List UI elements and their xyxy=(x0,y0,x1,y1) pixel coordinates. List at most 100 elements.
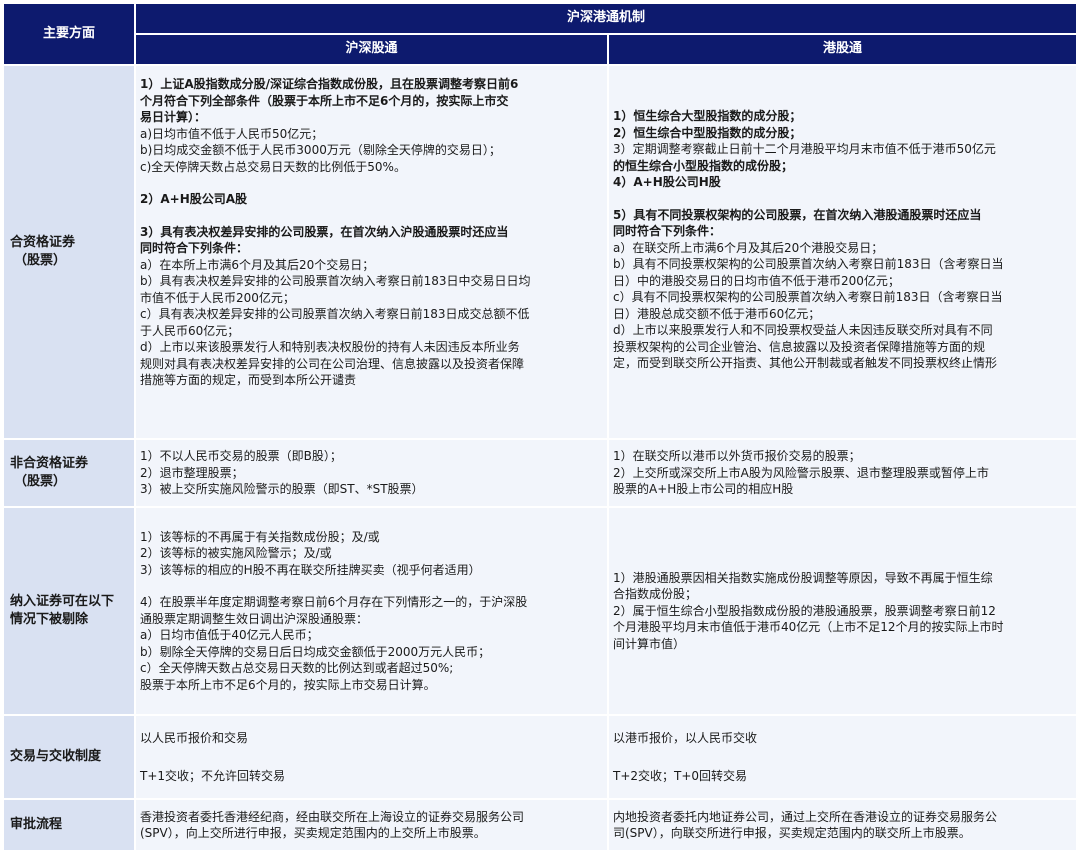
text-line: 规则对具有表决权差异安排的公司在公司治理、信息披露以及投资者保障 xyxy=(140,356,525,371)
row-label-eligible: 合资格证券 （股票） xyxy=(4,66,134,438)
text-line: 3）定期调整考察截止日前十二个月港股平均月末市值不低于港币50亿元 xyxy=(613,142,996,156)
text-line: c）具有表决权差异安排的公司股票首次纳入考察日前183日成交总额不低 xyxy=(140,307,530,321)
text-line: 2）恒生综合中型股指数的成分股； xyxy=(613,125,802,140)
text-line: 定，而受到联交所公开指责、其他公开制裁或者触发不同投票权终止情形 xyxy=(613,356,998,370)
text-line: 股票的A+H股上市公司的相应H股 xyxy=(613,482,794,497)
text-line: c）具有不同投票权架构的公司股票首次纳入考察日前183日（含考察日当 xyxy=(613,290,1003,304)
text-line: 3）被上交所实施风险警示的股票（即ST、*ST股票） xyxy=(140,482,424,497)
text-line: 3）该等标的相应的H股不再在联交所挂牌买卖（视乎何者适用） xyxy=(140,562,481,577)
cell-eligible-southbound: 1）恒生综合大型股指数的成分股； 2）恒生综合中型股指数的成分股； 3）定期调整… xyxy=(609,66,1076,438)
text-line: a)日均市值不低于人民币50亿元； xyxy=(140,126,324,141)
label-line: 交易与交收制度 xyxy=(10,749,102,764)
label-line: 情况下被剔除 xyxy=(10,612,89,627)
text-line: c)全天停牌天数占总交易日天数的比例低于50%。 xyxy=(140,159,406,174)
text-line: 措施等方面的规定，而受到本所公开谴责 xyxy=(140,373,357,387)
text-line: 司(SPV），向联交所进行申报，买卖规定范围内的联交所上市股票。 xyxy=(613,826,971,840)
text-line: 2）该等标的被实施风险警示；及/或 xyxy=(140,546,332,561)
table-header: 主要方面 沪深港通机制 沪深股通 港股通 xyxy=(4,4,1076,66)
cell-removal-northbound: 1）该等标的不再属于有关指数成份股；及/或 2）该等标的被实施风险警示；及/或 … xyxy=(136,508,607,714)
header-right: 沪深港通机制 沪深股通 港股通 xyxy=(136,4,1076,64)
row-label-removal: 纳入证券可在以下 情况下被剔除 xyxy=(4,508,134,714)
text-line: 香港投资者委托香港经纪商，经由联交所在上海设立的证券交易服务公司 xyxy=(140,809,525,824)
text-line: 股票于本所上市不足6个月的，按实际上市交易日计算。 xyxy=(140,677,436,692)
header-subcolumns: 沪深股通 港股通 xyxy=(136,35,1076,64)
text-line: 2）退市整理股票； xyxy=(140,465,244,480)
row-label-approval: 审批流程 xyxy=(4,800,134,850)
row-label-ineligible: 非合资格证券 （股票） xyxy=(4,440,134,506)
cell-approval-southbound: 内地投资者委托内地证券公司，通过上交所在香港设立的证券交易服务公 司(SPV），… xyxy=(609,800,1076,850)
text-line: 1）不以人民币交易的股票（即B股）； xyxy=(140,449,342,464)
text-line: 内地投资者委托内地证券公司，通过上交所在香港设立的证券交易服务公 xyxy=(613,809,998,824)
text-line: 个月港股平均月末市值低于港币40亿元（上市不足12个月的按实际上市时 xyxy=(613,620,1004,635)
text-line: 1）在联交所以港币以外货币报价交易的股票； xyxy=(613,449,861,464)
text-line: 以人民币报价和交易 xyxy=(140,730,249,745)
header-northbound: 沪深股通 xyxy=(136,35,607,64)
text-line: 4）A+H股公司H股 xyxy=(613,175,721,189)
text-line: 2）上交所或深交所上市A股为风险警示股票、退市整理股票或暂停上市 xyxy=(613,465,989,480)
cell-approval-northbound: 香港投资者委托香港经纪商，经由联交所在上海设立的证券交易服务公司 (SPV），向… xyxy=(136,800,607,850)
text-line: c）全天停牌天数占总交易日天数的比例达到或者超过50%; xyxy=(140,661,454,676)
text-line: d）上市以来股票发行人和不同投票权受益人未因违反联交所对具有不同 xyxy=(613,323,993,337)
label-line: （股票） xyxy=(14,474,67,489)
label-line: 审批流程 xyxy=(10,817,63,832)
text-line: 3）具有表决权差异安排的公司股票，在首次纳入沪股通股票时还应当 xyxy=(140,224,509,239)
text-line: 2）A+H股公司A股 xyxy=(140,192,248,206)
label-line: 合资格证券 xyxy=(10,235,76,250)
cell-removal-southbound: 1）港股通股票因相关指数实施成份股调整等原因，导致不再属于恒生综 合指数成份股；… xyxy=(609,508,1076,714)
header-mechanism: 沪深港通机制 xyxy=(136,4,1076,35)
text-line: (SPV），向上交所进行申报，买卖规定范围内的上交所上市股票。 xyxy=(140,826,486,840)
text-line: b）剔除全天停牌的交易日后日均成交金额低于2000万元人民币； xyxy=(140,644,491,659)
text-line: a）在联交所上市满6个月及其后20个港股交易日； xyxy=(613,240,884,255)
text-line: 间计算市值） xyxy=(613,636,686,651)
row-label-trading: 交易与交收制度 xyxy=(4,716,134,798)
text-line: 2）属于恒生综合小型股指数成份股的港股通股票，股票调整考察日前12 xyxy=(613,603,996,618)
row-ineligible: 非合资格证券 （股票） 1）不以人民币交易的股票（即B股）； 2）退市整理股票；… xyxy=(4,440,1076,508)
header-southbound: 港股通 xyxy=(609,35,1076,64)
text-line: 同时符合下列条件： xyxy=(140,241,249,255)
label-line: 纳入证券可在以下 xyxy=(10,594,115,609)
row-approval: 审批流程 香港投资者委托香港经纪商，经由联交所在上海设立的证券交易服务公司 (S… xyxy=(4,800,1076,850)
text-line: 1）上证A股指数成分股/深证综合指数成份股，且在股票调整考察日前6 xyxy=(140,77,519,91)
cell-trading-northbound: 以人民币报价和交易 T+1交收；不允许回转交易 xyxy=(136,716,607,798)
header-main-aspect: 主要方面 xyxy=(4,4,134,64)
cell-ineligible-northbound: 1）不以人民币交易的股票（即B股）； 2）退市整理股票； 3）被上交所实施风险警… xyxy=(136,440,607,506)
text-line: 个月符合下列全部条件（股票于本所上市不足6个月的，按实际上市交 xyxy=(140,93,509,108)
row-eligible: 合资格证券 （股票） 1）上证A股指数成分股/深证综合指数成份股，且在股票调整考… xyxy=(4,66,1076,440)
text-line: 通股票定期调整生效日调出沪深股通股票： xyxy=(140,611,369,626)
cell-eligible-northbound: 1）上证A股指数成分股/深证综合指数成份股，且在股票调整考察日前6 个月符合下列… xyxy=(136,66,607,438)
text-line: b)日均成交金额不低于人民币3000万元（剔除全天停牌的交易日）； xyxy=(140,143,501,157)
text-line: b）具有表决权差异安排的公司股票首次纳入考察日前183日中交易日日均 xyxy=(140,274,531,288)
text-line: T+2交收；T+0回转交易 xyxy=(613,769,748,783)
text-line: 5）具有不同投票权架构的公司股票，在首次纳入港股通股票时还应当 xyxy=(613,207,982,222)
text-line: 同时符合下列条件： xyxy=(613,224,722,238)
text-line: 日）港股总成交额不低于港币60亿元； xyxy=(613,306,821,321)
text-line: a）在本所上市满6个月及其后20个交易日； xyxy=(140,257,375,272)
text-line: a）日均市值低于40亿元人民币； xyxy=(140,628,319,643)
text-line: 投票权架构的公司企业管治、信息披露以及投资者保障措施等方面的规 xyxy=(613,339,986,354)
text-line: 的恒生综合小型股指数的成份股； xyxy=(613,158,794,173)
text-line: T+1交收；不允许回转交易 xyxy=(140,769,286,783)
row-removal: 纳入证券可在以下 情况下被剔除 1）该等标的不再属于有关指数成份股；及/或 2）… xyxy=(4,508,1076,716)
text-line: 1）港股通股票因相关指数实施成份股调整等原因，导致不再属于恒生综 xyxy=(613,570,993,585)
comparison-table: 主要方面 沪深港通机制 沪深股通 港股通 合资格证券 （股票） 1）上证A股指数… xyxy=(4,4,1076,850)
text-line: 1）恒生综合大型股指数的成分股； xyxy=(613,109,802,123)
text-line: 以港币报价，以人民币交收 xyxy=(613,730,758,745)
cell-trading-southbound: 以港币报价，以人民币交收 T+2交收；T+0回转交易 xyxy=(609,716,1076,798)
cell-ineligible-southbound: 1）在联交所以港币以外货币报价交易的股票； 2）上交所或深交所上市A股为风险警示… xyxy=(609,440,1076,506)
text-line: 易日计算）： xyxy=(140,110,207,124)
text-line: 日）中的港股交易日的日均市值不低于港币200亿元； xyxy=(613,273,900,288)
label-line: （股票） xyxy=(14,253,67,268)
text-line: 于人民币60亿元； xyxy=(140,323,240,338)
text-line: 市值不低于人民币200亿元； xyxy=(140,290,295,305)
text-line: 1）该等标的不再属于有关指数成份股；及/或 xyxy=(140,529,380,544)
text-line: 4）在股票半年度定期调整考察日前6个月存在下列情形之一的，于沪深股 xyxy=(140,595,528,610)
text-line: d）上市以来该股票发行人和特别表决权股份的持有人未因违反本所业务 xyxy=(140,340,520,354)
text-line: b）具有不同投票权架构的公司股票首次纳入考察日前183日（含考察日当 xyxy=(613,257,1004,271)
row-trading: 交易与交收制度 以人民币报价和交易 T+1交收；不允许回转交易 以港币报价，以人… xyxy=(4,716,1076,800)
